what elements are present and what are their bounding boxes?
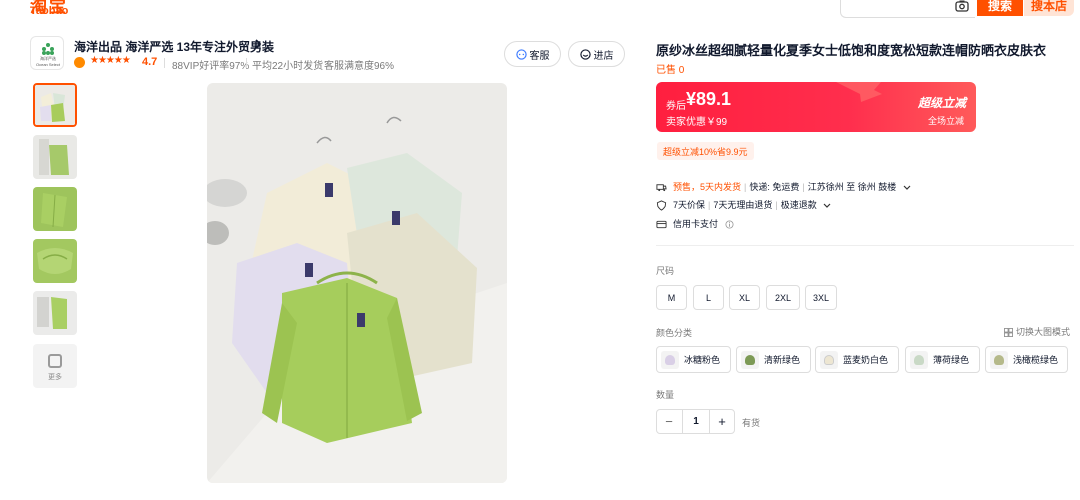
color-swatch — [820, 350, 838, 369]
thumbnail-image — [33, 135, 77, 179]
grid-view-icon — [1004, 328, 1013, 338]
chevron-down-icon[interactable] — [903, 185, 911, 191]
shop-logo-mark — [42, 43, 54, 55]
shop-badge-icon — [74, 57, 85, 68]
store-icon — [579, 48, 591, 60]
thumbnail-image — [33, 291, 77, 335]
rating-value: 4.7 — [142, 56, 158, 68]
stat-shipping-time: 平均22小时发货 — [252, 61, 324, 72]
color-name: 清新绿色 — [764, 355, 801, 365]
more-images-button[interactable]: 更多 — [33, 344, 77, 388]
seller-price: 卖家优惠￥99 — [666, 117, 728, 128]
customer-service-button[interactable]: 客服 — [504, 41, 561, 67]
thumbnail-image — [33, 187, 77, 231]
switch-large-view-label: 切换大图模式 — [1016, 327, 1071, 337]
store-wide-discount: 全场立减 — [928, 116, 965, 126]
shop-name-link[interactable]: 海洋出品 海洋严选 13年专注外贸男装 — [74, 38, 274, 55]
size-option-l[interactable]: L — [693, 285, 724, 310]
thumbnail-image — [35, 85, 75, 125]
shop-search-button[interactable]: 搜本店 — [1024, 0, 1074, 16]
color-swatch — [661, 350, 679, 369]
guarantee-row: 7天价保 | 7天无理由退货 | 极速退款 — [656, 198, 831, 211]
color-swatch — [910, 350, 928, 369]
shop-logo-text-en: Ocean Select — [35, 62, 60, 67]
color-option-5[interactable]: 浅橄榄绿色 — [985, 346, 1068, 373]
chat-icon — [515, 48, 527, 60]
chevron-right-icon[interactable] — [254, 38, 262, 50]
quantity-plus-button[interactable]: + — [710, 410, 734, 433]
color-option-3[interactable]: 蓝麦奶白色 — [815, 346, 899, 373]
color-name: 冰糖粉色 — [684, 355, 721, 365]
shipping-row: 预售，5天内发货 | 快递: 免运费 | 江苏徐州 至 徐州 鼓楼 — [656, 180, 911, 193]
enter-store-button[interactable]: 进店 — [568, 41, 625, 67]
enter-store-label: 进店 — [593, 50, 614, 62]
color-option-1[interactable]: 冰糖粉色 — [656, 346, 731, 373]
promo-tag[interactable]: 超级立减10%省9.9元 — [657, 142, 754, 160]
size-option-2xl[interactable]: 2XL — [766, 285, 800, 310]
more-images-label: 更多 — [48, 374, 62, 381]
truck-icon — [656, 184, 667, 192]
quantity-minus-button[interactable]: − — [657, 410, 681, 433]
guarantee-refund: 极速退款 — [780, 200, 817, 210]
product-title: 原纱冰丝超细腻轻量化夏季女士低饱和度宽松短款连帽防晒衣皮肤衣 — [656, 43, 1047, 58]
thumbnail-1[interactable] — [33, 83, 77, 127]
size-label: 尺码 — [656, 266, 675, 276]
coupon-price-label: 券后 — [666, 101, 686, 112]
main-product-image[interactable] — [207, 83, 507, 483]
divider — [164, 58, 165, 68]
info-icon[interactable] — [725, 220, 734, 229]
search-button[interactable]: 搜索 — [977, 0, 1023, 16]
thumbnail-5[interactable] — [33, 291, 77, 335]
color-name: 浅橄榄绿色 — [1013, 355, 1059, 365]
grid-icon — [48, 354, 62, 368]
size-option-m[interactable]: M — [656, 285, 687, 310]
payment-method: 信用卡支付 — [673, 219, 719, 229]
shop-logo[interactable]: 海洋严选 Ocean Select — [30, 36, 64, 70]
coupon-price: ¥89.1 — [686, 89, 732, 109]
rating-stars: ★★★★★ — [90, 55, 131, 66]
product-photo — [207, 83, 507, 483]
thumbnail-image — [33, 239, 77, 283]
camera-icon[interactable] — [955, 0, 969, 12]
chevron-down-icon[interactable] — [823, 203, 831, 209]
color-name: 薄荷绿色 — [933, 355, 970, 365]
shipping-route: 江苏徐州 至 徐州 鼓楼 — [807, 182, 897, 192]
size-option-3xl[interactable]: 3XL — [805, 285, 837, 310]
shield-icon — [656, 200, 667, 211]
quantity-input[interactable]: 1 — [682, 410, 710, 433]
credit-card-icon — [656, 220, 667, 229]
color-option-4[interactable]: 薄荷绿色 — [905, 346, 980, 373]
sold-count: 已售 0 — [656, 65, 685, 76]
thumbnail-4[interactable] — [33, 239, 77, 283]
switch-large-view-button[interactable]: 切换大图模式 — [1004, 325, 1070, 338]
guarantee-price-protect: 7天价保 — [673, 200, 706, 210]
color-name: 蓝麦奶白色 — [843, 355, 889, 365]
customer-service-label: 客服 — [529, 50, 550, 62]
quantity-label: 数量 — [656, 390, 675, 400]
shipping-fee: 快递: 免运费 — [749, 182, 800, 192]
color-swatch — [741, 350, 759, 369]
taobao-logo[interactable]: 淘宝 Taobao — [30, 0, 90, 20]
logo-en: Taobao — [30, 5, 69, 17]
payment-row: 信用卡支付 — [656, 217, 734, 230]
divider — [246, 58, 247, 68]
color-swatch — [990, 350, 1008, 369]
section-divider — [656, 245, 1074, 246]
color-label: 颜色分类 — [656, 328, 693, 338]
thumbnail-2[interactable] — [33, 135, 77, 179]
stat-service-satisfaction: 客服满意度96% — [324, 61, 395, 72]
presale-text: 预售，5天内发货 — [673, 182, 742, 192]
stock-status: 有货 — [742, 418, 761, 428]
super-discount-tag: 超级立减 — [918, 96, 967, 110]
stat-vip-rate: 88VIP好评率97% — [172, 61, 250, 72]
thumbnail-3[interactable] — [33, 187, 77, 231]
guarantee-return: 7天无理由退货 — [713, 200, 773, 210]
size-option-xl[interactable]: XL — [729, 285, 760, 310]
color-option-2[interactable]: 清新绿色 — [736, 346, 811, 373]
